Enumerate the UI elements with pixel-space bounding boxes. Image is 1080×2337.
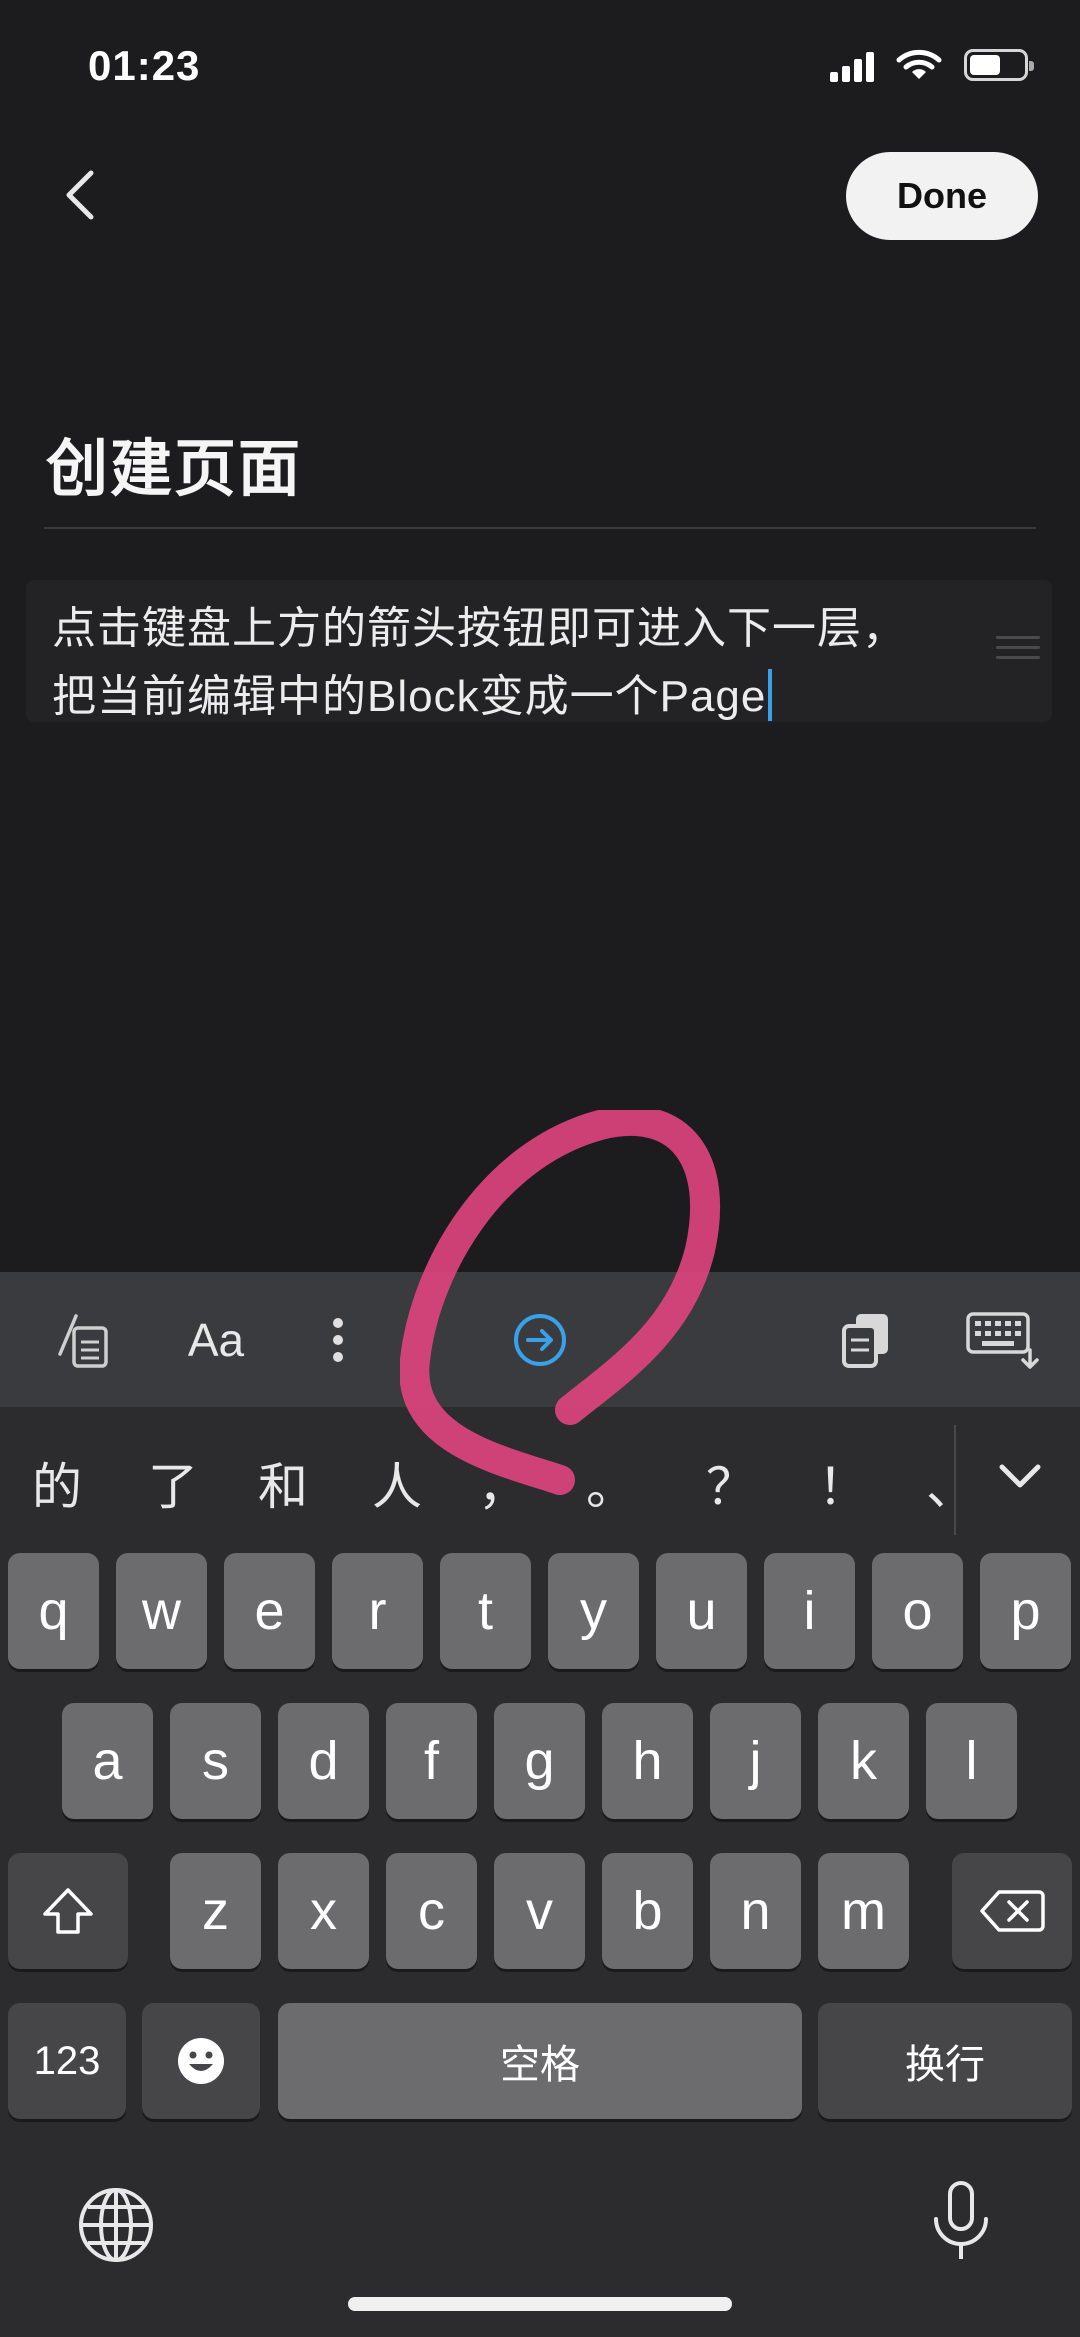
clipboard-button[interactable]: [826, 1272, 906, 1407]
clipboard-icon: [842, 1313, 888, 1368]
return-key[interactable]: 换行: [818, 2003, 1072, 2119]
space-key[interactable]: 空格: [278, 2003, 802, 2119]
candidate-item[interactable]: 了: [148, 1447, 198, 1519]
candidate-item[interactable]: 。: [586, 1447, 636, 1519]
microphone-button[interactable]: [926, 2179, 996, 2270]
arrow-circle-right-icon: [514, 1313, 566, 1366]
expand-candidates-button[interactable]: [990, 1447, 1050, 1507]
more-button[interactable]: [318, 1272, 358, 1407]
candidate-item[interactable]: 和: [258, 1447, 308, 1519]
emoji-key[interactable]: [142, 2003, 260, 2119]
globe-button[interactable]: [76, 2185, 156, 2270]
candidate-item[interactable]: 的: [32, 1447, 82, 1519]
key-w[interactable]: w: [116, 1553, 207, 1669]
dismiss-keyboard-button[interactable]: [960, 1272, 1044, 1407]
key-h[interactable]: h: [602, 1703, 693, 1819]
text-cursor: [768, 669, 773, 721]
key-r[interactable]: r: [332, 1553, 423, 1669]
candidate-item[interactable]: ？: [706, 1447, 756, 1519]
key-y[interactable]: y: [548, 1553, 639, 1669]
home-indicator: [348, 2297, 732, 2311]
globe-icon: [79, 2188, 153, 2262]
key-g[interactable]: g: [494, 1703, 585, 1819]
candidate-item[interactable]: 人: [372, 1447, 422, 1519]
status-bar: 01:23: [0, 0, 1080, 140]
keyboard: 的 了 和 人 ， 。 ？ ！ 、 q w e r t y u i o p a …: [0, 1407, 1080, 2337]
key-c[interactable]: c: [386, 1853, 477, 1969]
shift-key[interactable]: [8, 1853, 128, 1969]
key-v[interactable]: v: [494, 1853, 585, 1969]
key-a[interactable]: a: [62, 1703, 153, 1819]
block-text-line-2-content: 把当前编辑中的Block变成一个Page: [52, 672, 767, 721]
cellular-signal-icon: [830, 48, 874, 82]
turn-into-icon: [58, 1313, 108, 1368]
chevron-down-icon: [999, 1464, 1041, 1488]
key-t[interactable]: t: [440, 1553, 531, 1669]
key-d[interactable]: d: [278, 1703, 369, 1819]
block-text-line-2[interactable]: 把当前编辑中的Block变成一个Page: [52, 660, 773, 724]
status-time: 01:23: [88, 42, 201, 89]
candidate-item[interactable]: 、: [926, 1447, 952, 1519]
key-m[interactable]: m: [818, 1853, 909, 1969]
indent-into-page-button[interactable]: [500, 1272, 580, 1407]
candidate-item[interactable]: ！: [818, 1447, 868, 1519]
key-j[interactable]: j: [710, 1703, 801, 1819]
candidate-bar: 的 了 和 人 ， 。 ？ ！ 、: [0, 1407, 1080, 1547]
numbers-key[interactable]: 123: [8, 2003, 126, 2119]
text-block[interactable]: 点击键盘上方的箭头按钮即可进入下一层， 把当前编辑中的Block变成一个Page: [26, 580, 1052, 722]
candidate-item[interactable]: ，: [478, 1447, 528, 1519]
done-button[interactable]: Done: [846, 152, 1038, 240]
block-text-line-1[interactable]: 点击键盘上方的箭头按钮即可进入下一层，: [52, 592, 907, 656]
key-s[interactable]: s: [170, 1703, 261, 1819]
key-f[interactable]: f: [386, 1703, 477, 1819]
keyboard-dismiss-icon: [966, 1311, 1039, 1369]
key-l[interactable]: l: [926, 1703, 1017, 1819]
page-title[interactable]: 创建页面: [46, 418, 302, 508]
key-n[interactable]: n: [710, 1853, 801, 1969]
key-z[interactable]: z: [170, 1853, 261, 1969]
back-button[interactable]: [44, 160, 114, 230]
editor-toolbar: Aa: [0, 1272, 1080, 1407]
microphone-icon: [934, 2181, 988, 2259]
key-o[interactable]: o: [872, 1553, 963, 1669]
backspace-icon: [980, 1890, 1045, 1932]
delete-key[interactable]: [952, 1853, 1072, 1969]
more-vertical-icon: [333, 1317, 343, 1362]
key-k[interactable]: k: [818, 1703, 909, 1819]
wifi-icon: [896, 49, 942, 79]
title-divider: [44, 527, 1036, 529]
candidate-divider: [954, 1425, 956, 1535]
key-q[interactable]: q: [8, 1553, 99, 1669]
key-i[interactable]: i: [764, 1553, 855, 1669]
key-x[interactable]: x: [278, 1853, 369, 1969]
shift-icon: [43, 1888, 93, 1934]
key-u[interactable]: u: [656, 1553, 747, 1669]
turn-into-button[interactable]: [44, 1272, 124, 1407]
key-e[interactable]: e: [224, 1553, 315, 1669]
key-b[interactable]: b: [602, 1853, 693, 1969]
key-p[interactable]: p: [980, 1553, 1071, 1669]
chevron-left-icon: [66, 170, 94, 220]
drag-handle-icon[interactable]: [996, 636, 1040, 666]
emoji-icon: [178, 2038, 224, 2084]
battery-icon: [964, 49, 1034, 81]
text-style-button[interactable]: Aa: [176, 1272, 256, 1407]
status-icons: [830, 48, 1034, 82]
